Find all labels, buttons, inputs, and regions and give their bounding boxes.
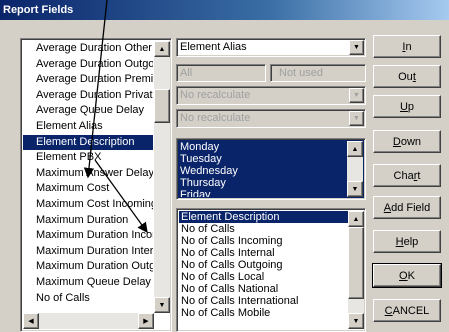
chevron-down-icon: ▼	[353, 44, 360, 51]
recalculate-combo-2: No recalculate ▼	[176, 109, 366, 128]
day-list-items: Monday Tuesday Wednesday Thursday Friday	[180, 141, 346, 197]
day-list-item[interactable]: Tuesday	[180, 153, 346, 165]
list-item[interactable]: Average Duration Premi	[23, 72, 153, 88]
scroll-down-icon: ▼	[352, 317, 360, 325]
scroll-up-button[interactable]: ▲	[154, 41, 170, 57]
filter-all-field: All	[176, 64, 266, 82]
in-button[interactable]: In	[373, 35, 441, 58]
scroll-thumb[interactable]	[348, 227, 364, 299]
scroll-down-icon: ▼	[351, 185, 359, 193]
recalculate-combo-1: No recalculate ▼	[176, 86, 366, 105]
filter-not-used-field: Not used	[270, 64, 366, 82]
scroll-up-button[interactable]: ▲	[348, 211, 364, 227]
day-list-item[interactable]: Thursday	[180, 177, 346, 189]
filter-not-used-value: Not used	[279, 67, 324, 79]
report-field-item[interactable]: No of Calls National	[179, 283, 348, 295]
scroll-down-icon: ▼	[158, 301, 166, 309]
chevron-down-icon: ▼	[353, 92, 360, 99]
report-field-item[interactable]: No of Calls Incoming	[179, 235, 348, 247]
list-item[interactable]: Average Duration Outgo	[23, 57, 153, 73]
available-fields-hscroll[interactable]: ◀ ▶	[23, 313, 154, 329]
available-fields-vscroll[interactable]: ▲ ▼	[154, 41, 170, 313]
scroll-up-icon: ▲	[351, 145, 359, 153]
recalculate-combo-2-value: No recalculate	[180, 112, 251, 124]
day-list-item[interactable]: Wednesday	[180, 165, 346, 177]
day-list-vscroll[interactable]: ▲ ▼	[347, 141, 363, 197]
list-item[interactable]: Maximum Duration Interr	[23, 244, 153, 260]
report-fields-list[interactable]: Element Description No of Calls No of Call…	[176, 208, 366, 332]
alias-combo-dropdown[interactable]: ▼	[349, 40, 364, 55]
scroll-up-icon: ▲	[158, 45, 166, 53]
report-fields-window: Average Duration Other Average Duration O…	[0, 20, 449, 332]
scroll-thumb[interactable]	[154, 89, 170, 123]
list-item[interactable]: Average Duration Privat	[23, 88, 153, 104]
day-list-item[interactable]: Monday	[180, 141, 346, 153]
list-item[interactable]: Average Queue Delay	[23, 103, 153, 119]
report-fields-vscroll[interactable]: ▲ ▼	[348, 211, 364, 329]
report-field-item[interactable]: No of Calls Local	[179, 271, 348, 283]
available-fields-list[interactable]: Average Duration Other Average Duration O…	[20, 38, 172, 332]
chevron-down-icon: ▼	[353, 115, 360, 122]
up-button[interactable]: Up	[373, 95, 441, 118]
day-list[interactable]: Monday Tuesday Wednesday Thursday Friday ▲ ▼	[176, 138, 366, 200]
alias-combo[interactable]: Element Alias ▼	[176, 38, 366, 57]
list-item[interactable]: Average Duration Other	[23, 41, 153, 57]
recalculate-combo-2-dropdown: ▼	[349, 111, 364, 126]
list-item[interactable]: No of Calls	[23, 291, 153, 307]
recalculate-combo-1-dropdown: ▼	[349, 88, 364, 103]
report-field-item[interactable]: No of Calls Internal	[179, 247, 348, 259]
scroll-down-button[interactable]: ▼	[348, 313, 364, 329]
filter-all-value: All	[180, 67, 193, 79]
scroll-down-button[interactable]: ▼	[347, 181, 363, 197]
ok-button[interactable]: OK	[372, 263, 442, 288]
recalculate-combo-1-value: No recalculate	[180, 89, 251, 101]
scroll-up-icon: ▲	[352, 215, 360, 223]
report-fields-items: Element Description No of Calls No of Call…	[179, 211, 348, 329]
list-item[interactable]: Maximum Queue Delay	[23, 275, 153, 291]
list-item[interactable]: Element PBX	[23, 150, 153, 166]
add-field-button[interactable]: Add Field	[373, 196, 441, 219]
window-title: Report Fields	[0, 0, 449, 20]
list-item[interactable]: Element Alias	[23, 119, 153, 135]
report-field-item[interactable]: No of Calls International	[179, 295, 348, 307]
list-item[interactable]: Maximum Answer Delay	[23, 166, 153, 182]
list-item[interactable]: Maximum Duration Outg	[23, 259, 153, 275]
list-item[interactable]: Maximum Cost Incoming	[23, 197, 153, 213]
list-item[interactable]: Element Description	[23, 134, 153, 151]
scroll-left-icon: ◀	[28, 318, 34, 325]
report-field-item[interactable]: Element Description	[179, 211, 348, 223]
alias-combo-value: Element Alias	[180, 41, 247, 53]
available-fields-items: Average Duration Other Average Duration O…	[23, 41, 153, 311]
scroll-right-button[interactable]: ▶	[138, 313, 154, 329]
day-list-item[interactable]: Friday	[180, 189, 346, 197]
scroll-right-icon: ▶	[143, 318, 149, 325]
chart-button[interactable]: Cha r t	[373, 164, 441, 187]
report-field-item[interactable]: No of Calls Outgoing	[179, 259, 348, 271]
report-field-item[interactable]: No of Calls Mobile	[179, 307, 348, 319]
cancel-button[interactable]: C ANCEL	[373, 299, 441, 322]
help-button[interactable]: Help	[373, 230, 441, 253]
scroll-left-button[interactable]: ◀	[23, 313, 39, 329]
out-button[interactable]: Ou t	[373, 65, 441, 88]
down-button[interactable]: Down	[373, 130, 441, 153]
scroll-down-button[interactable]: ▼	[154, 297, 170, 313]
list-item[interactable]: Maximum Duration Incor	[23, 228, 153, 244]
report-field-item[interactable]: No of Calls	[179, 223, 348, 235]
list-item[interactable]: Maximum Cost	[23, 181, 153, 197]
scroll-up-button[interactable]: ▲	[347, 141, 363, 157]
list-item[interactable]: Maximum Duration	[23, 213, 153, 229]
